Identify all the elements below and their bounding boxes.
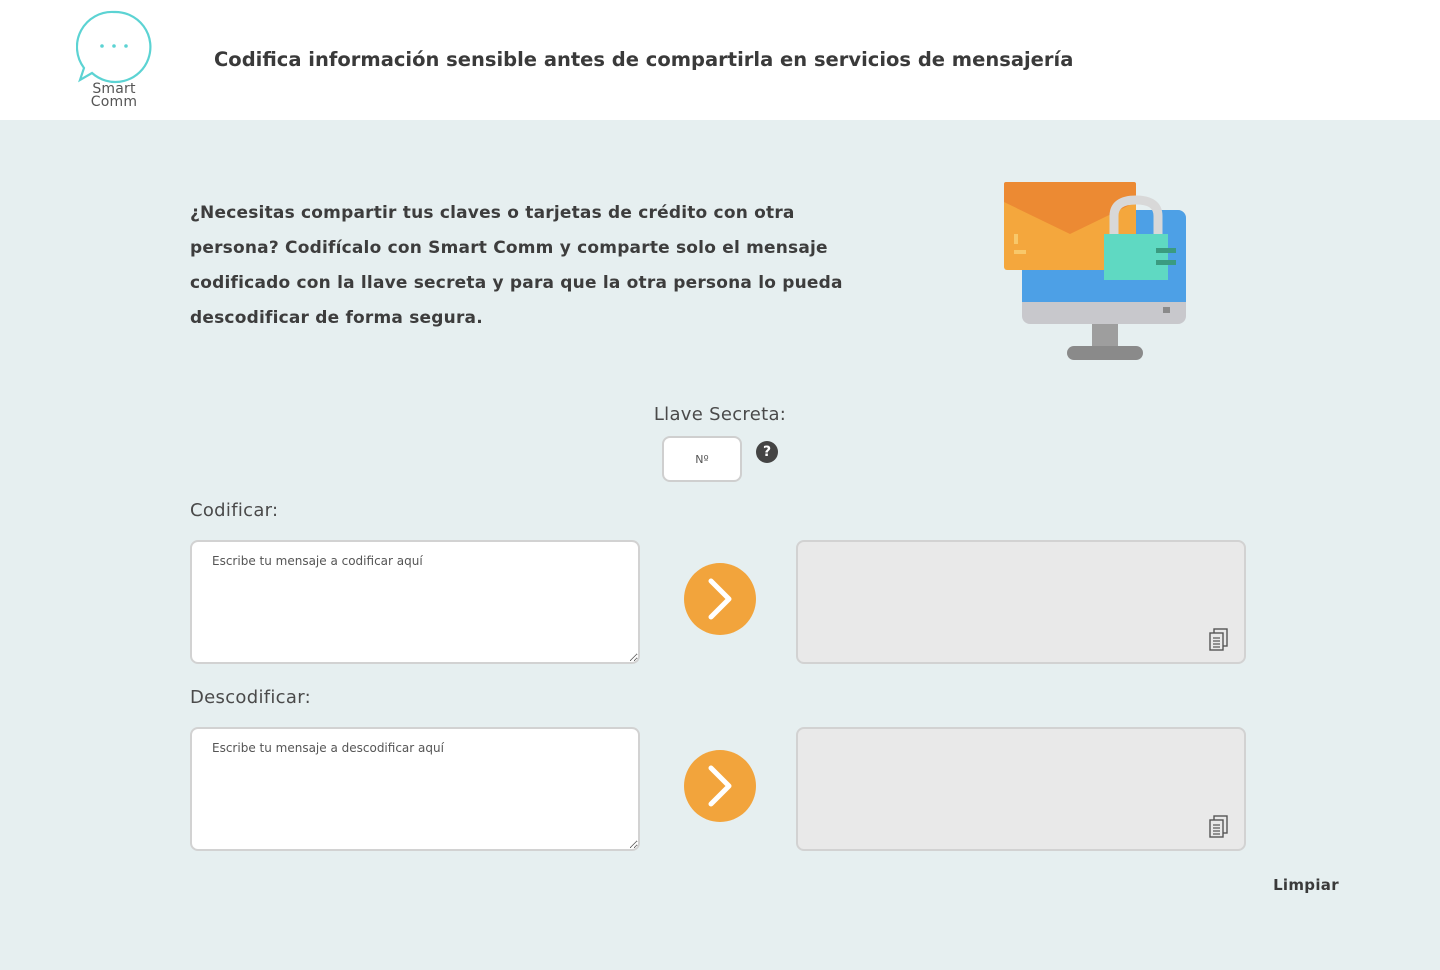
encode-input[interactable]: [190, 540, 640, 664]
intro-text: ¿Necesitas compartir tus claves o tarjet…: [190, 203, 843, 328]
logo-text: Smart Comm: [76, 82, 152, 110]
chevron-right-icon: [708, 765, 732, 807]
copy-clipboard-icon[interactable]: [1208, 628, 1230, 652]
header: Smart Comm Codifica información sensible…: [0, 0, 1440, 120]
secret-key-input[interactable]: [662, 436, 742, 482]
secret-key-label: Llave Secreta:: [653, 404, 787, 425]
decode-output[interactable]: [796, 727, 1246, 851]
clear-button[interactable]: Limpiar: [1260, 876, 1352, 894]
encode-label: Codificar:: [190, 500, 279, 521]
logo-line-2: Comm: [90, 94, 138, 110]
encode-output[interactable]: [796, 540, 1246, 664]
decode-input[interactable]: [190, 727, 640, 851]
computer-mail-lock-icon: [1004, 182, 1186, 360]
decode-label: Descodificar:: [190, 687, 311, 708]
chevron-right-icon: [708, 578, 732, 620]
copy-clipboard-icon[interactable]: [1208, 815, 1230, 839]
smart-comm-logo[interactable]: Smart Comm: [76, 10, 152, 114]
encode-button[interactable]: [684, 563, 756, 635]
question-mark-icon[interactable]: ?: [756, 441, 778, 463]
decode-button[interactable]: [684, 750, 756, 822]
chat-bubble-icon: [76, 10, 152, 84]
page-title: Codifica información sensible antes de c…: [214, 48, 1074, 71]
